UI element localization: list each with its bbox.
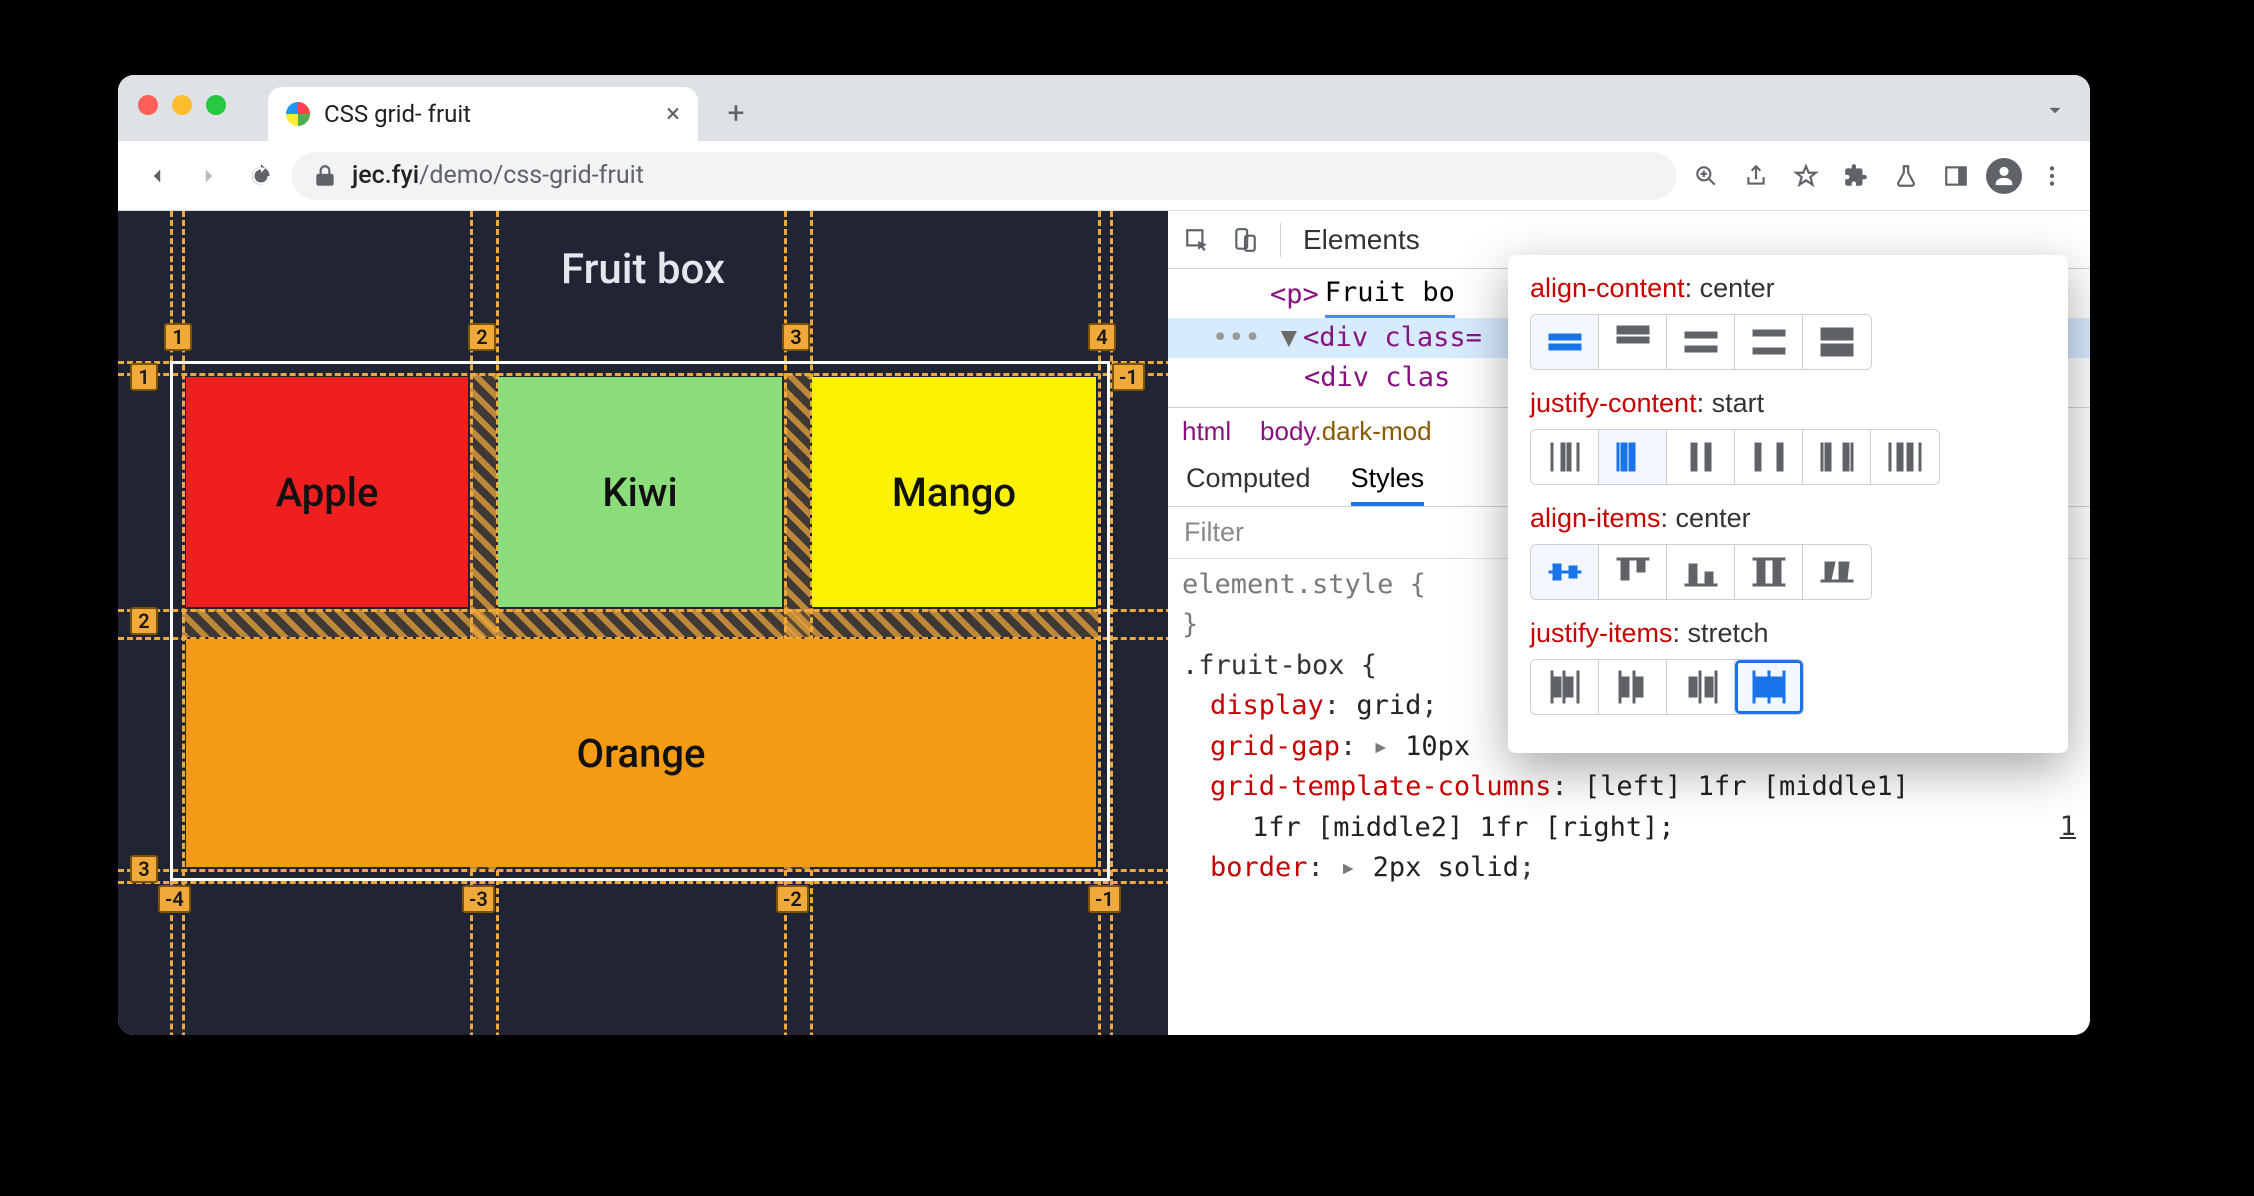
side-panel-icon[interactable] xyxy=(1936,156,1976,196)
maximize-window-icon[interactable] xyxy=(206,95,226,115)
grid-line-label: -1 xyxy=(1112,363,1145,391)
grid-line-label: -2 xyxy=(776,885,809,913)
align-option-button[interactable] xyxy=(1599,315,1667,369)
align-option-button[interactable] xyxy=(1531,545,1599,599)
browser-tab[interactable]: CSS grid- fruit × xyxy=(268,87,698,141)
popover-button-row xyxy=(1530,429,1940,485)
grid-cell-mango: Mango xyxy=(812,377,1096,607)
forward-button[interactable] xyxy=(188,155,230,197)
grid-line-label: 1 xyxy=(164,323,192,351)
new-tab-button[interactable]: + xyxy=(716,93,756,133)
tab-computed[interactable]: Computed xyxy=(1186,463,1311,506)
address-bar[interactable]: jec.fyi/demo/css-grid-fruit xyxy=(292,152,1676,200)
zoom-icon[interactable] xyxy=(1686,156,1726,196)
grid-line-label: -3 xyxy=(462,885,495,913)
extensions-icon[interactable] xyxy=(1836,156,1876,196)
align-option-button[interactable] xyxy=(1667,430,1735,484)
profile-avatar[interactable] xyxy=(1986,158,2022,194)
minimize-window-icon[interactable] xyxy=(172,95,192,115)
grid-line-label: -1 xyxy=(1088,885,1121,913)
grid-line-label: 2 xyxy=(468,323,496,351)
align-option-button[interactable] xyxy=(1803,545,1871,599)
popover-title: justify-content: start xyxy=(1530,388,2046,419)
align-option-button[interactable] xyxy=(1871,430,1939,484)
grid-cell-orange: Orange xyxy=(186,639,1096,867)
popover-group-align-content: align-content: center xyxy=(1530,273,2046,370)
page-heading: Fruit box xyxy=(118,211,1168,294)
browser-toolbar: jec.fyi/demo/css-grid-fruit xyxy=(118,141,2090,211)
menu-icon[interactable] xyxy=(2032,156,2072,196)
url-text: jec.fyi/demo/css-grid-fruit xyxy=(352,161,644,190)
align-option-button[interactable] xyxy=(1531,660,1599,714)
popover-group-justify-items: justify-items: stretch xyxy=(1530,618,2046,715)
align-option-button[interactable] xyxy=(1667,545,1735,599)
grid-line-label: 3 xyxy=(130,855,158,883)
back-button[interactable] xyxy=(136,155,178,197)
flex-align-popover: align-content: center justify-content: st… xyxy=(1508,255,2068,753)
grid-line-label: 1 xyxy=(130,363,158,391)
inspect-icon[interactable] xyxy=(1184,227,1210,253)
close-window-icon[interactable] xyxy=(138,95,158,115)
reload-button[interactable] xyxy=(240,155,282,197)
align-option-button[interactable] xyxy=(1735,545,1803,599)
tab-title: CSS grid- fruit xyxy=(324,100,471,128)
tabs-overflow-icon[interactable] xyxy=(2042,97,2068,123)
grid-line-label: 4 xyxy=(1088,323,1116,351)
popover-button-row xyxy=(1530,544,1872,600)
labs-icon[interactable] xyxy=(1886,156,1926,196)
browser-window: CSS grid- fruit × + jec.fyi/demo/css-gri… xyxy=(118,75,2090,1035)
popover-group-justify-content: justify-content: start xyxy=(1530,388,2046,485)
align-option-button[interactable] xyxy=(1599,430,1667,484)
align-option-button[interactable] xyxy=(1803,315,1871,369)
popover-title: align-items: center xyxy=(1530,503,2046,534)
align-option-button[interactable] xyxy=(1667,660,1735,714)
align-option-button[interactable] xyxy=(1667,315,1735,369)
line-number[interactable]: 1 xyxy=(2060,811,2076,842)
dom-text: Fruit bo xyxy=(1325,273,1455,318)
window-controls xyxy=(138,95,226,115)
grid-cell-apple: Apple xyxy=(186,377,468,607)
align-option-button[interactable] xyxy=(1531,430,1599,484)
lock-icon xyxy=(312,163,338,189)
align-option-button[interactable] xyxy=(1735,660,1803,714)
share-icon[interactable] xyxy=(1736,156,1776,196)
grid-line-label: -4 xyxy=(158,885,191,913)
ellipsis-icon[interactable]: ••• xyxy=(1198,318,1275,359)
page-preview: Fruit box Apple xyxy=(118,211,1168,1035)
grid-cell-kiwi: Kiwi xyxy=(498,377,782,607)
grid-line-label: 2 xyxy=(130,607,158,635)
devtools-panel: Elements <p>Fruit bo ••• ▼ <div class= < xyxy=(1168,211,2090,1035)
dom-node[interactable]: <p> xyxy=(1270,275,1319,316)
bookmark-icon[interactable] xyxy=(1786,156,1826,196)
tab-strip: CSS grid- fruit × + xyxy=(118,75,2090,141)
devtools-tab-elements[interactable]: Elements xyxy=(1303,224,1420,256)
popover-button-row xyxy=(1530,659,1804,715)
popover-group-align-items: align-items: center xyxy=(1530,503,2046,600)
favicon-icon xyxy=(286,102,310,126)
popover-title: align-content: center xyxy=(1530,273,2046,304)
tab-styles[interactable]: Styles xyxy=(1351,463,1425,506)
device-icon[interactable] xyxy=(1232,227,1258,253)
align-option-button[interactable] xyxy=(1735,315,1803,369)
grid-line-label: 3 xyxy=(782,323,810,351)
align-option-button[interactable] xyxy=(1599,660,1667,714)
align-option-button[interactable] xyxy=(1531,315,1599,369)
grid-gap xyxy=(182,609,1098,637)
align-option-button[interactable] xyxy=(1735,430,1803,484)
align-option-button[interactable] xyxy=(1599,545,1667,599)
align-option-button[interactable] xyxy=(1803,430,1871,484)
grid-overlay: Apple Kiwi Mango Orange 1 2 3 4 -4 -3 -2… xyxy=(170,361,1110,901)
popover-button-row xyxy=(1530,314,1872,370)
close-tab-icon[interactable]: × xyxy=(666,99,680,129)
content-area: Fruit box Apple xyxy=(118,211,2090,1035)
popover-title: justify-items: stretch xyxy=(1530,618,2046,649)
